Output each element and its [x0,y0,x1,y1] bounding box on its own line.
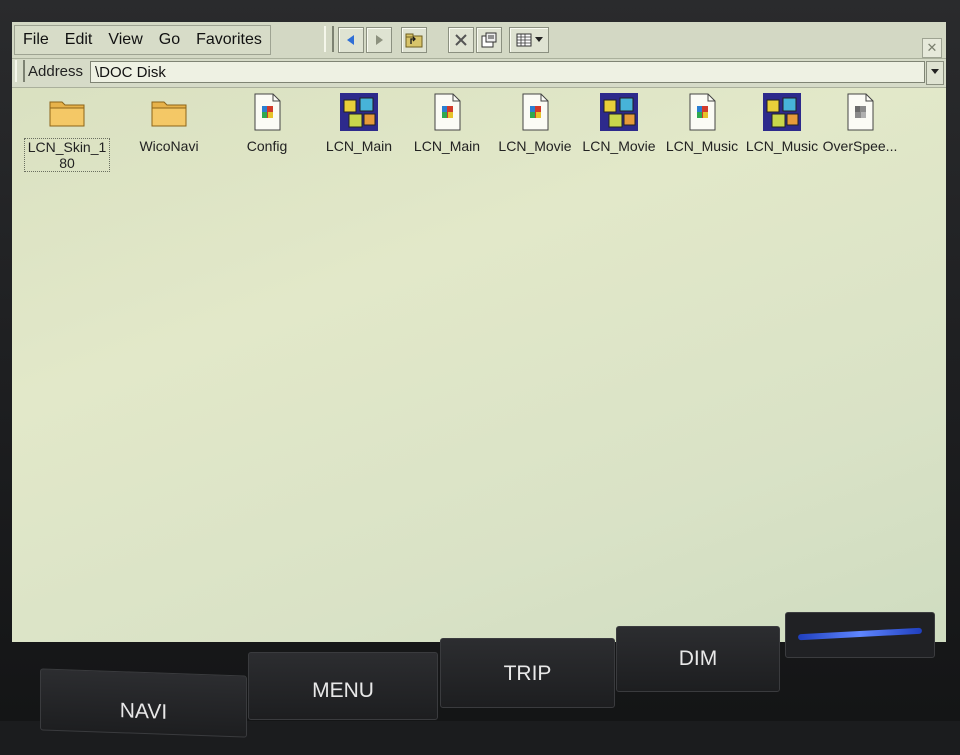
address-input[interactable]: \DOC Disk [90,61,925,83]
file-item[interactable]: Config [222,90,312,154]
menu-bar: File Edit View Go Favorites [14,25,271,55]
dll-cubes-icon [340,93,378,131]
file-label: Config [246,138,288,154]
up-folder-icon [405,33,423,48]
view-grid-icon [516,33,531,47]
file-item[interactable]: LCN_Movie [490,90,580,154]
file-label: LCN_Movie [498,138,572,154]
dim-hardware-button[interactable]: DIM [616,626,780,692]
menu-file[interactable]: File [15,26,57,54]
views-dropdown-button[interactable] [509,27,549,53]
file-item[interactable]: LCN_Movie [574,90,664,154]
dll-cubes-icon [600,93,638,131]
properties-icon [481,32,497,48]
address-bar: Address \DOC Disk [12,59,946,88]
menu-edit[interactable]: Edit [57,26,101,54]
executable-file-icon [254,93,281,131]
executable-file-icon [522,93,549,131]
navi-hardware-button[interactable]: NAVI [40,668,247,738]
file-item[interactable]: LCN_Main [314,90,404,154]
address-dropdown-button[interactable] [926,61,944,85]
file-label: LCN_Skin_180 [24,138,110,172]
command-bar: File Edit View Go Favorites ✕ [12,22,946,59]
file-label: LCN_Main [413,138,481,154]
views-toolbar [509,27,549,53]
disc-slot[interactable] [785,612,935,658]
file-label: LCN_Main [325,138,393,154]
file-label: OverSpee... [822,138,898,154]
folder-toolbar [401,27,427,53]
file-label: LCN_Music [665,138,739,154]
address-label: Address [28,63,84,80]
address-grip[interactable] [15,60,25,82]
toolbar-grip[interactable] [324,26,334,52]
executable-file-icon [689,93,716,131]
menu-view[interactable]: View [100,26,150,54]
file-label: LCN_Music [745,138,819,154]
properties-button[interactable] [476,27,502,53]
file-label: WicoNavi [139,138,199,154]
file-item[interactable]: OverSpee... [815,90,905,154]
navigation-toolbar [338,27,392,53]
folder-icon [49,101,85,127]
back-arrow-icon [347,35,354,45]
forward-button[interactable] [366,27,392,53]
folder-icon [151,101,187,127]
executable-file-icon [434,93,461,131]
trip-hardware-button[interactable]: TRIP [440,638,615,708]
edit-toolbar [448,27,502,53]
close-icon[interactable]: ✕ [922,38,942,58]
file-item[interactable]: LCN_Skin_180 [22,90,112,172]
menu-go[interactable]: Go [151,26,188,54]
file-item[interactable]: LCN_Main [402,90,492,154]
menu-hardware-button[interactable]: MENU [248,652,438,720]
file-item[interactable]: LCN_Music [657,90,747,154]
delete-button[interactable] [448,27,474,53]
up-folder-button[interactable] [401,27,427,53]
executable-file-icon [847,93,874,131]
menu-favorites[interactable]: Favorites [188,26,270,54]
slot-light [797,627,923,641]
dll-cubes-icon [763,93,801,131]
back-button[interactable] [338,27,364,53]
file-item[interactable]: WicoNavi [124,90,214,154]
file-label: LCN_Movie [582,138,656,154]
chevron-down-icon [931,69,939,74]
file-list: LCN_Skin_180 WicoNavi Config LCN_Main LC… [12,90,946,210]
chevron-down-icon [534,37,543,42]
delete-x-icon [455,34,467,46]
forward-arrow-icon [376,35,383,45]
file-item[interactable]: LCN_Music [737,90,827,154]
screen: File Edit View Go Favorites ✕ Address \D… [12,22,946,642]
